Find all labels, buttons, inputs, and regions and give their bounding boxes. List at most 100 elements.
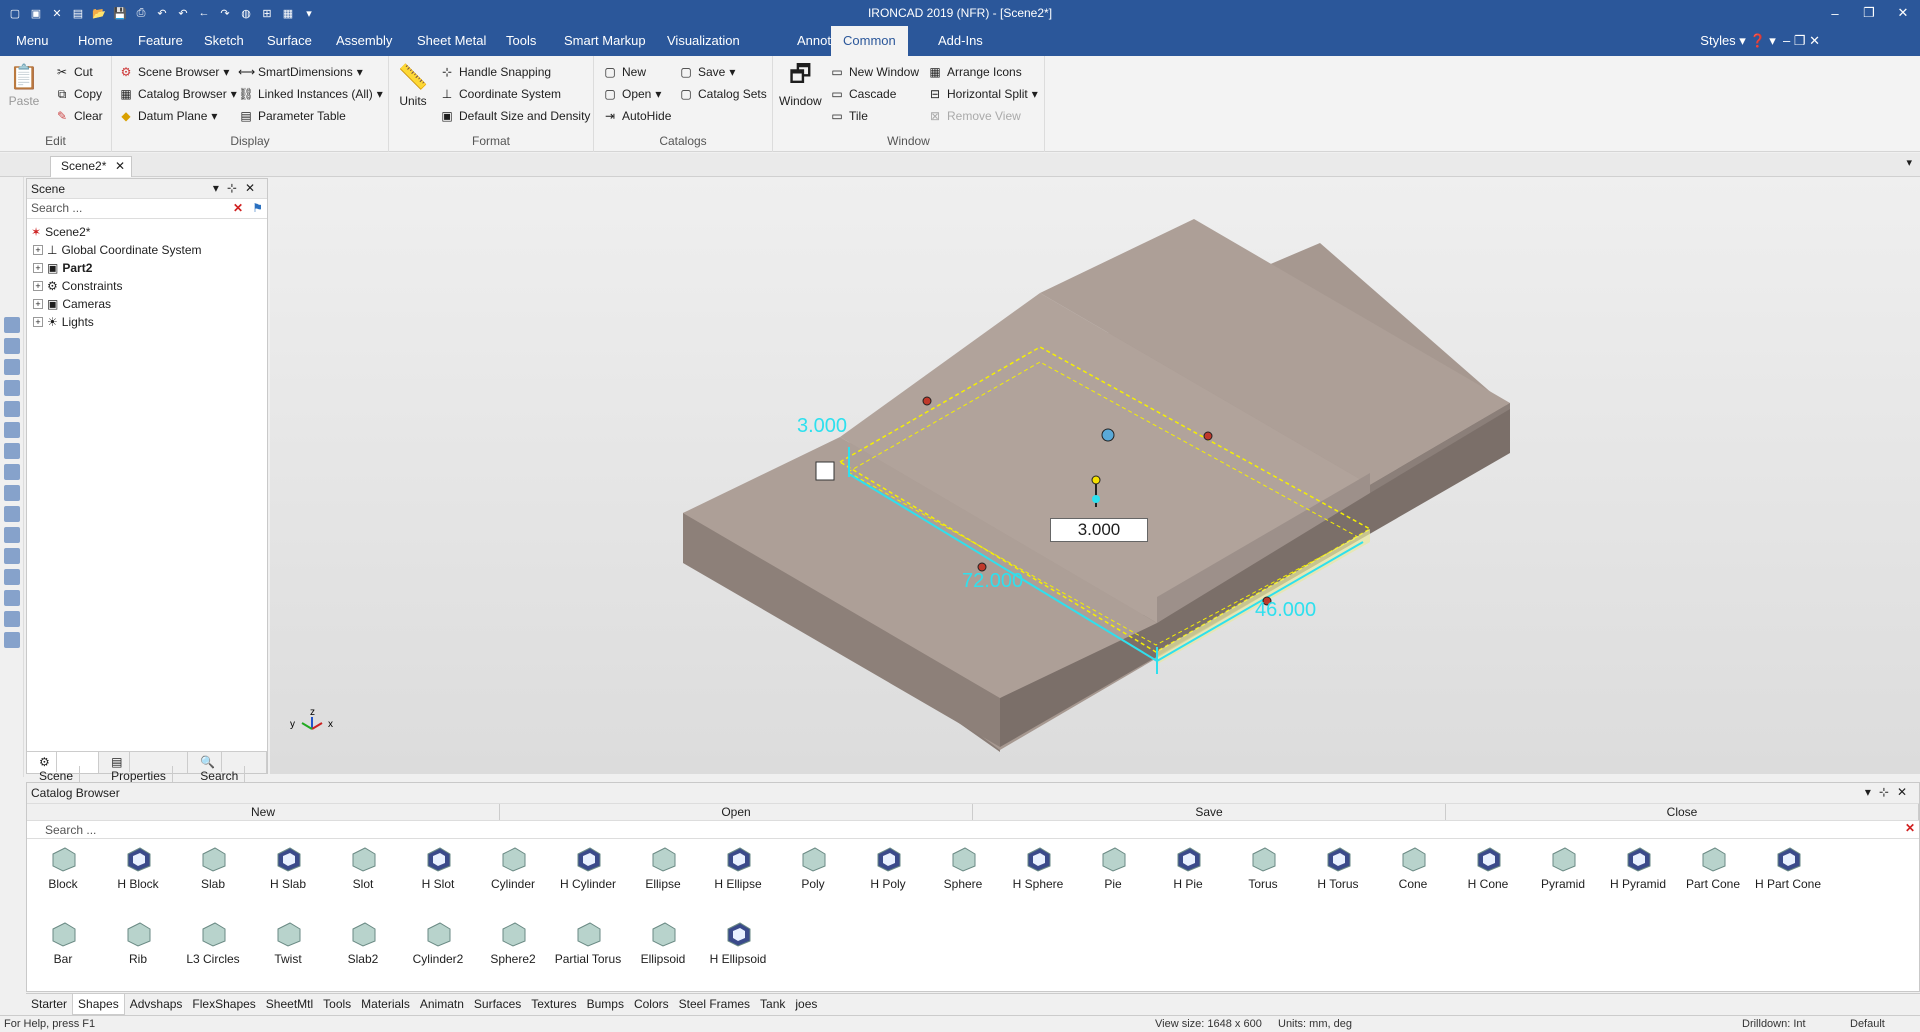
tool-icon[interactable] bbox=[4, 611, 20, 627]
catalog-open-button[interactable]: Open bbox=[500, 804, 973, 820]
tree-item-cameras[interactable]: + ▣ Cameras bbox=[29, 295, 265, 313]
expand-icon[interactable]: + bbox=[33, 245, 43, 255]
datum-plane-button[interactable]: ◆ Datum Plane ▾ bbox=[118, 106, 217, 126]
tool-icon[interactable] bbox=[4, 569, 20, 585]
new-window-button[interactable]: ▭ New Window bbox=[829, 62, 919, 82]
minimize-icon[interactable]: – bbox=[1818, 0, 1852, 26]
catalog-close-button[interactable]: Close bbox=[1446, 804, 1919, 820]
close-tab-icon[interactable]: ✕ bbox=[115, 159, 125, 173]
shape-h-part-cone[interactable]: H Part Cone bbox=[1751, 845, 1825, 891]
shape-cylinder[interactable]: Cylinder bbox=[476, 845, 550, 891]
tool-icon[interactable] bbox=[4, 338, 20, 354]
shape-bar[interactable]: Bar bbox=[26, 920, 100, 966]
tool-icon[interactable] bbox=[4, 527, 20, 543]
model-view[interactable]: z x y bbox=[270, 177, 1920, 774]
expand-icon[interactable]: + bbox=[33, 299, 43, 309]
tab-visualization[interactable]: Visualization bbox=[655, 26, 752, 56]
clear-search-icon[interactable]: ✕ bbox=[233, 201, 243, 215]
dimension-label[interactable]: 72.000 bbox=[962, 570, 1023, 593]
shape-h-slab[interactable]: H Slab bbox=[251, 845, 325, 891]
catalog-sets-button[interactable]: ▢ Catalog Sets bbox=[678, 84, 766, 104]
shape-h-sphere[interactable]: H Sphere bbox=[1001, 845, 1075, 891]
tab-sketch[interactable]: Sketch bbox=[192, 26, 256, 56]
tool-icon[interactable] bbox=[4, 422, 20, 438]
catalog-tab-textures[interactable]: Textures bbox=[526, 994, 581, 1015]
catalog-open-button[interactable]: ▢ Open ▾ bbox=[602, 84, 661, 104]
tool-icon[interactable] bbox=[4, 632, 20, 648]
tree-root[interactable]: ✶ Scene2* bbox=[29, 223, 265, 241]
scene-tab-search[interactable]: 🔍 Search bbox=[188, 752, 267, 786]
tool-icon[interactable] bbox=[4, 485, 20, 501]
tab-sheet-metal[interactable]: Sheet Metal bbox=[405, 26, 498, 56]
shape-partial-torus[interactable]: Partial Torus bbox=[551, 920, 625, 966]
size-handle[interactable] bbox=[1203, 431, 1213, 441]
shape-block[interactable]: Block bbox=[26, 845, 100, 891]
tool-icon[interactable] bbox=[4, 590, 20, 606]
tab-add-ins[interactable]: Add-Ins bbox=[926, 26, 995, 56]
size-handle[interactable] bbox=[922, 396, 932, 406]
dimension-label[interactable]: 3.000 bbox=[797, 415, 847, 438]
shape-pie[interactable]: Pie bbox=[1076, 845, 1150, 891]
shape-h-torus[interactable]: H Torus bbox=[1301, 845, 1375, 891]
doc-tab-scene2[interactable]: Scene2* ✕ bbox=[50, 156, 132, 177]
catalog-tab-advshaps[interactable]: Advshaps bbox=[125, 994, 188, 1015]
catalog-tab-starter[interactable]: Starter bbox=[26, 994, 72, 1015]
tool-icon[interactable] bbox=[4, 380, 20, 396]
help-icon[interactable]: ❓ bbox=[1749, 33, 1765, 48]
catalog-search-input[interactable]: Search ... ✕ bbox=[27, 821, 1919, 839]
shape-sphere[interactable]: Sphere bbox=[926, 845, 1000, 891]
tab-feature[interactable]: Feature bbox=[126, 26, 195, 56]
default-select[interactable]: Default bbox=[1850, 1018, 1885, 1030]
styles-menu[interactable]: Styles ▾ ❓ ▾ – ❐ ✕ bbox=[1700, 26, 1820, 56]
tool-icon[interactable] bbox=[4, 443, 20, 459]
tab-assembly[interactable]: Assembly bbox=[324, 26, 404, 56]
catalog-tab-sheetmtl[interactable]: SheetMtl bbox=[261, 994, 318, 1015]
shape-ellipse[interactable]: Ellipse bbox=[626, 845, 700, 891]
shape-rib[interactable]: Rib bbox=[101, 920, 175, 966]
tab-tools[interactable]: Tools bbox=[494, 26, 548, 56]
tab-menu[interactable]: Menu bbox=[4, 26, 61, 56]
shape-h-block[interactable]: H Block bbox=[101, 845, 175, 891]
drilldown-select[interactable]: Drilldown: Int bbox=[1742, 1018, 1806, 1030]
shape-poly[interactable]: Poly bbox=[776, 845, 850, 891]
anchor-icon[interactable] bbox=[815, 461, 835, 481]
tree-item-global-coordinate-system[interactable]: + ⊥ Global Coordinate System bbox=[29, 241, 265, 259]
tab-surface[interactable]: Surface bbox=[255, 26, 324, 56]
shape-h-cylinder[interactable]: H Cylinder bbox=[551, 845, 625, 891]
catalog-new-button[interactable]: New bbox=[27, 804, 500, 820]
shape-slab2[interactable]: Slab2 bbox=[326, 920, 400, 966]
catalog-tab-bumps[interactable]: Bumps bbox=[582, 994, 629, 1015]
clear-button[interactable]: ✎ Clear bbox=[54, 106, 103, 126]
catalog-browser-button[interactable]: ▦ Catalog Browser ▾ bbox=[118, 84, 236, 104]
clear-search-icon[interactable]: ✕ bbox=[1905, 821, 1915, 835]
tile-button[interactable]: ▭ Tile bbox=[829, 106, 868, 126]
shape-h-pyramid[interactable]: H Pyramid bbox=[1601, 845, 1675, 891]
tab-overflow-icon[interactable]: ▾ bbox=[1906, 156, 1912, 169]
tool-icon[interactable] bbox=[4, 506, 20, 522]
expand-icon[interactable]: + bbox=[33, 317, 43, 327]
arrange-icons-button[interactable]: ▦ Arrange Icons bbox=[927, 62, 1021, 82]
catalog-save-button[interactable]: ▢ Save ▾ bbox=[678, 62, 735, 82]
shape-twist[interactable]: Twist bbox=[251, 920, 325, 966]
shape-part-cone[interactable]: Part Cone bbox=[1676, 845, 1750, 891]
shape-h-pie[interactable]: H Pie bbox=[1151, 845, 1225, 891]
shape-slab[interactable]: Slab bbox=[176, 845, 250, 891]
smart-dimensions-button[interactable]: ⟷ SmartDimensions ▾ bbox=[238, 62, 363, 82]
handle-snapping-button[interactable]: ⊹ Handle Snapping bbox=[439, 62, 551, 82]
autohide-button[interactable]: ⇥ AutoHide bbox=[602, 106, 671, 126]
catalog-tab-colors[interactable]: Colors bbox=[629, 994, 674, 1015]
shape-h-slot[interactable]: H Slot bbox=[401, 845, 475, 891]
coordinate-system-button[interactable]: ⊥ Coordinate System bbox=[439, 84, 561, 104]
window-button[interactable]: 🗗 Window bbox=[779, 60, 822, 109]
shape-cone[interactable]: Cone bbox=[1376, 845, 1450, 891]
shape-h-ellipse[interactable]: H Ellipse bbox=[701, 845, 775, 891]
filter-icon[interactable]: ⚑ bbox=[252, 201, 263, 215]
cut-button[interactable]: ✂ Cut bbox=[54, 62, 93, 82]
catalog-tab-materials[interactable]: Materials bbox=[356, 994, 415, 1015]
copy-button[interactable]: ⧉ Copy bbox=[54, 84, 102, 104]
horizontal-split-button[interactable]: ⊟ Horizontal Split ▾ bbox=[927, 84, 1038, 104]
shape-h-ellipsoid[interactable]: H Ellipsoid bbox=[701, 920, 775, 966]
tool-icon[interactable] bbox=[4, 548, 20, 564]
shape-sphere2[interactable]: Sphere2 bbox=[476, 920, 550, 966]
dimension-input[interactable]: 3.000 bbox=[1050, 518, 1148, 542]
